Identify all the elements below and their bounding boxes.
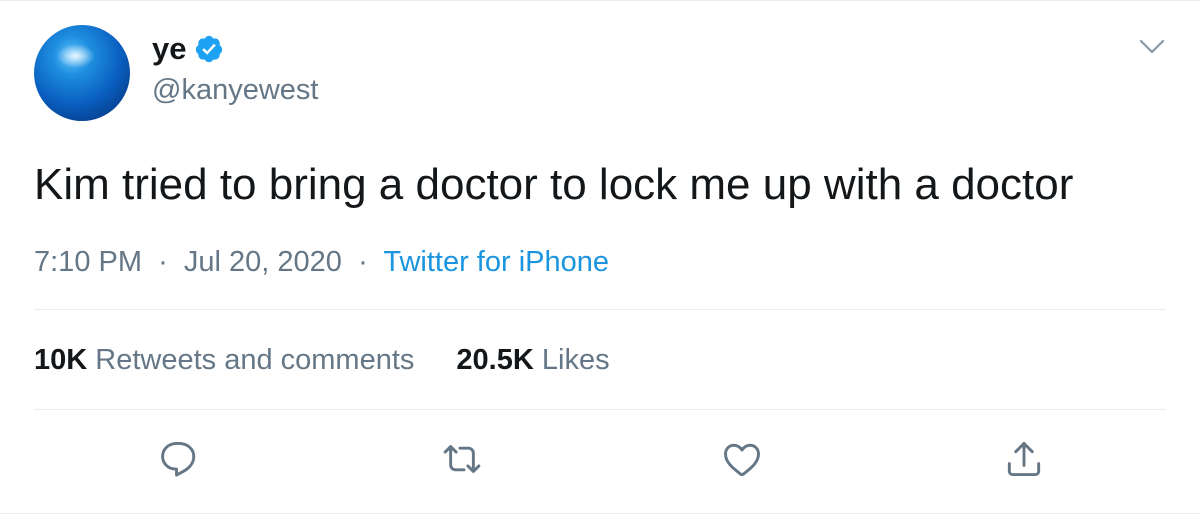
divider (34, 309, 1166, 310)
likes-stat[interactable]: 20.5K Likes (456, 343, 609, 377)
tweet-actions-bar (0, 437, 1200, 485)
meta-separator: · (358, 246, 368, 278)
tweet-time[interactable]: 7:10 PM (34, 246, 142, 278)
reply-icon[interactable] (156, 437, 200, 481)
author-name-row: ye (152, 31, 224, 67)
verified-badge-icon (194, 34, 224, 64)
tweet-meta: 7:10 PM · Jul 20, 2020 · Twitter for iPh… (34, 245, 609, 279)
avatar[interactable] (34, 25, 130, 121)
retweets-count: 10K (34, 344, 88, 376)
tweet-card: ye @kanyewest Kim tried to bring a docto… (0, 0, 1200, 514)
divider (34, 409, 1166, 410)
avatar-highlight (58, 45, 94, 67)
meta-separator: · (158, 246, 168, 278)
retweets-stat[interactable]: 10K Retweets and comments (34, 343, 414, 377)
likes-count: 20.5K (456, 344, 534, 376)
retweet-icon[interactable] (440, 437, 484, 481)
share-icon[interactable] (1002, 437, 1046, 481)
retweets-label: Retweets and comments (95, 344, 415, 376)
display-name[interactable]: ye (152, 31, 186, 67)
tweet-date[interactable]: Jul 20, 2020 (184, 246, 342, 278)
likes-label: Likes (541, 344, 610, 376)
engagement-stats: 10K Retweets and comments 20.5K Likes (34, 343, 610, 377)
tweet-text: Kim tried to bring a doctor to lock me u… (34, 160, 1074, 209)
like-icon[interactable] (720, 437, 764, 481)
tweet-source-link[interactable]: Twitter for iPhone (383, 246, 609, 278)
user-handle[interactable]: @kanyewest (152, 73, 318, 107)
chevron-down-icon[interactable] (1138, 37, 1166, 57)
